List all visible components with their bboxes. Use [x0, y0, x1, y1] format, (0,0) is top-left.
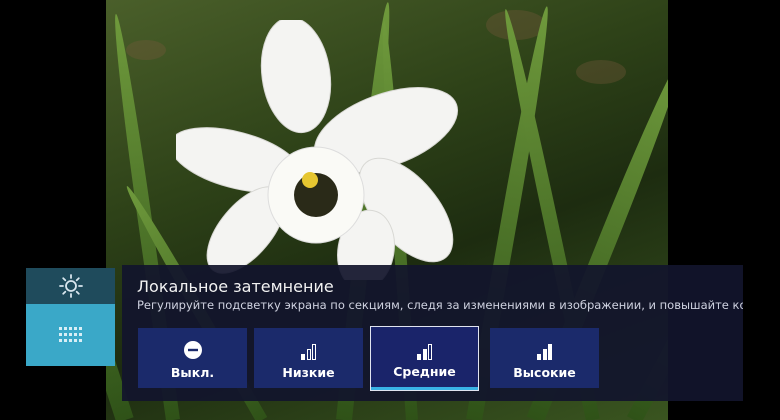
- local-dimming-panel: Локальное затемнение Регулируйте подсвет…: [122, 265, 743, 401]
- option-high-label: Высокие: [513, 365, 576, 380]
- brightness-sun-icon: [58, 274, 83, 298]
- option-medium-label: Средние: [393, 364, 456, 379]
- panel-title: Локальное затемнение: [137, 277, 334, 296]
- daffodil-flower-image: [176, 20, 459, 280]
- option-off-button[interactable]: Выкл.: [138, 328, 247, 388]
- off-circle-icon: [138, 340, 247, 360]
- local-dimming-grid-icon: [58, 327, 82, 342]
- option-low-label: Низкие: [282, 365, 335, 380]
- level-low-icon: [254, 340, 363, 360]
- selection-underline: [371, 387, 478, 390]
- side-menu-item-local-dimming[interactable]: [26, 304, 115, 366]
- level-medium-icon: [371, 340, 478, 360]
- option-high-button[interactable]: Высокие: [490, 328, 599, 388]
- side-menu-item-brightness[interactable]: [26, 268, 115, 304]
- side-menu: [26, 268, 115, 366]
- level-high-icon: [490, 340, 599, 360]
- option-off-label: Выкл.: [170, 365, 215, 380]
- option-medium-button[interactable]: Средние: [370, 326, 479, 391]
- option-low-button[interactable]: Низкие: [254, 328, 363, 388]
- panel-description: Регулируйте подсветку экрана по секциям,…: [137, 298, 743, 312]
